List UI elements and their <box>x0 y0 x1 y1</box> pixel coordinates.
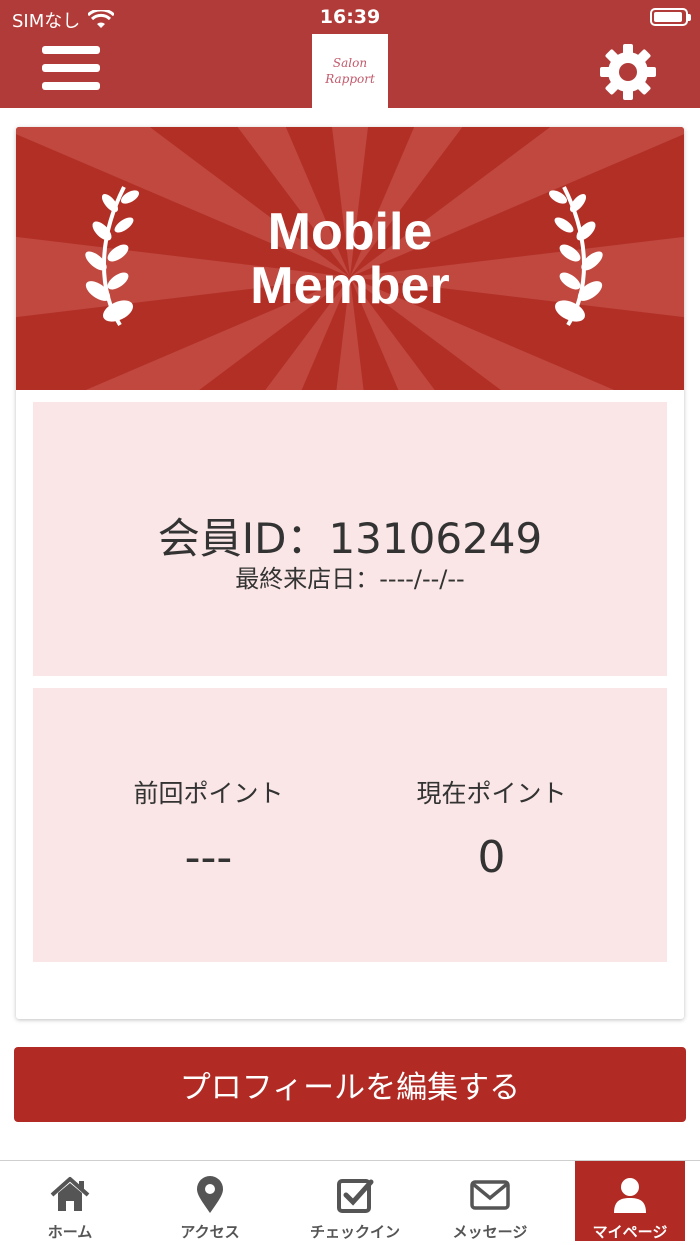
app-header: SIMなし 16:39 Salon Rapport <box>0 0 700 108</box>
tab-access[interactable]: アクセス <box>140 1161 280 1245</box>
mobile-member-banner: Mobile Member <box>16 127 684 390</box>
tab-message[interactable]: メッセージ <box>420 1161 560 1245</box>
tab-home[interactable]: ホーム <box>0 1161 140 1245</box>
check-square-icon <box>337 1179 374 1213</box>
menu-bar-icon <box>42 46 100 54</box>
current-points-value: 0 <box>477 832 506 883</box>
home-icon <box>50 1177 90 1211</box>
banner-title: Mobile Member <box>250 203 450 315</box>
previous-points-label: 前回ポイント <box>133 779 284 808</box>
battery-icon <box>650 8 691 26</box>
previous-points-value: --- <box>184 832 233 883</box>
bottom-tab-bar: ホーム アクセス チェックイン メッセージ マイページ <box>0 1160 700 1245</box>
member-id-panel: 会員ID：13106249 最終来店日：----/--/-- <box>33 402 667 676</box>
previous-points: 前回ポイント --- <box>50 774 367 883</box>
clock: 16:39 <box>319 6 381 28</box>
member-card: Mobile Member 会員ID：13106249 最終来店日：----/-… <box>16 127 684 1019</box>
menu-bar-icon <box>42 82 100 90</box>
map-pin-icon <box>197 1176 223 1213</box>
tab-mypage[interactable]: マイページ <box>575 1161 685 1241</box>
last-visit-date: 最終来店日：----/--/-- <box>235 565 465 593</box>
current-points: 現在ポイント 0 <box>333 774 650 883</box>
points-panel: 前回ポイント --- 現在ポイント 0 <box>33 688 667 962</box>
status-bar: SIMなし 16:39 <box>0 0 700 36</box>
hamburger-menu-button[interactable] <box>42 46 100 96</box>
user-icon <box>614 1178 646 1213</box>
envelope-icon <box>470 1180 510 1210</box>
salon-logo: Salon Rapport <box>312 34 388 108</box>
tab-checkin[interactable]: チェックイン <box>285 1161 425 1245</box>
settings-gear-icon[interactable] <box>598 42 658 102</box>
edit-profile-button[interactable]: プロフィールを編集する <box>14 1047 686 1122</box>
member-id: 会員ID：13106249 <box>157 514 543 563</box>
menu-bar-icon <box>42 64 100 72</box>
current-points-label: 現在ポイント <box>416 779 567 808</box>
